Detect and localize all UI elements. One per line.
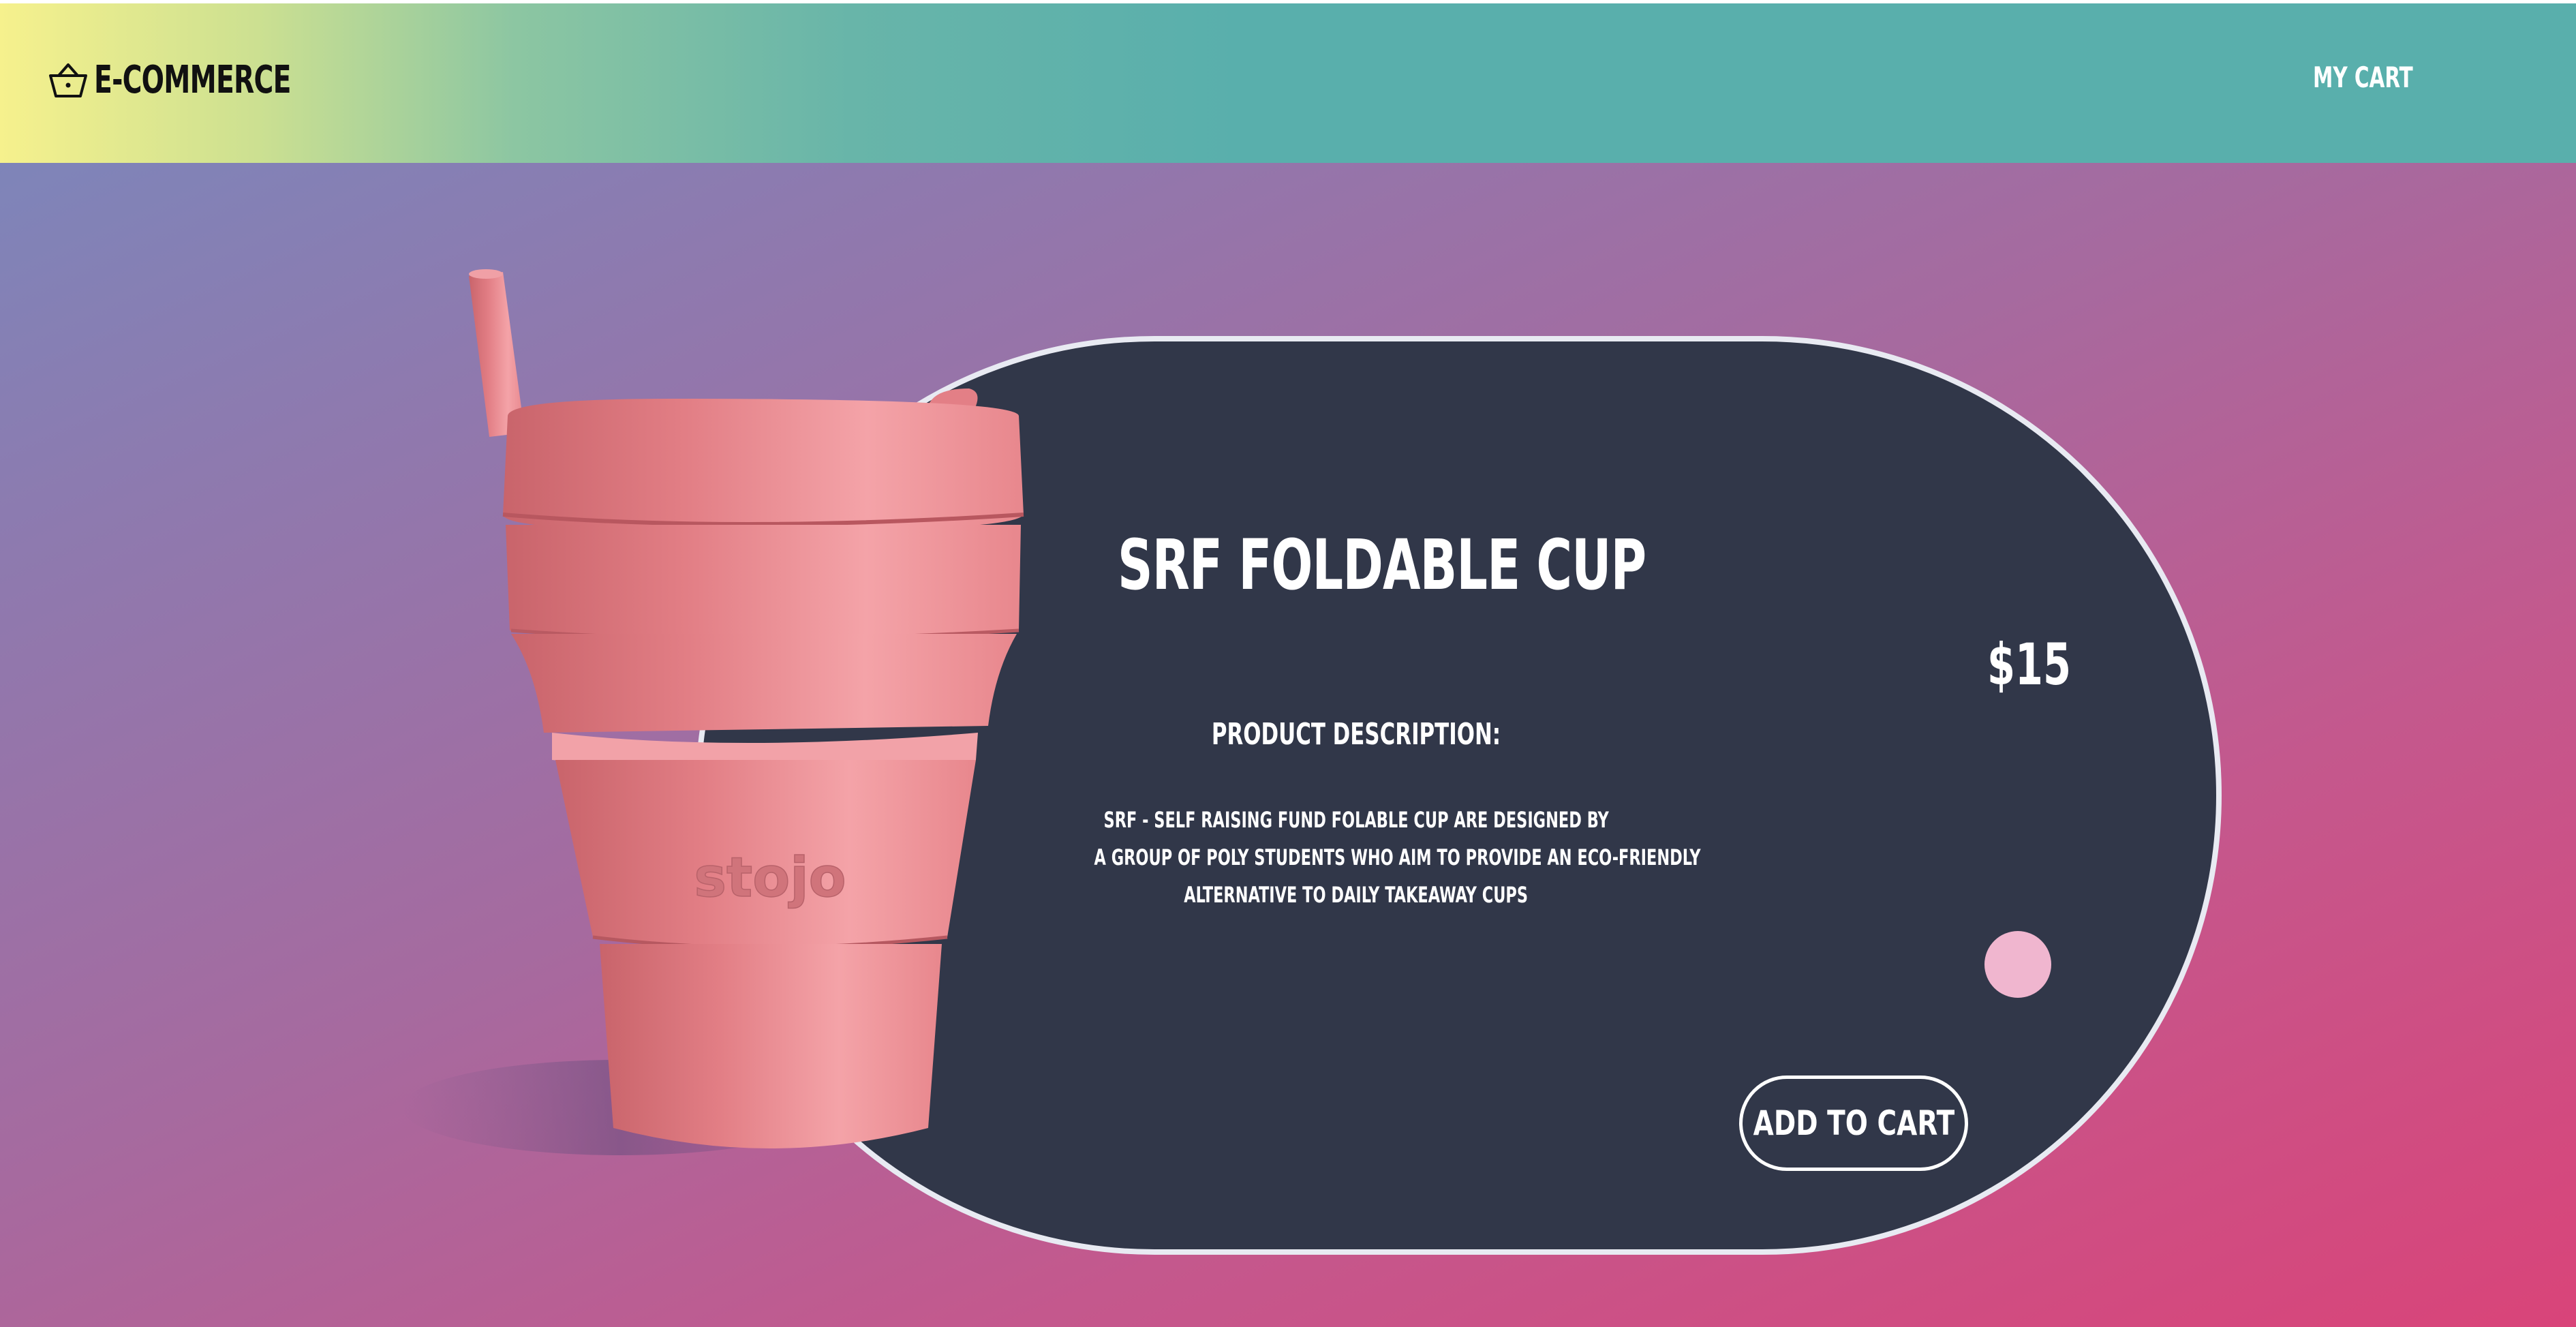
- product-description: SRF - SELF RAISING FUND FOLABLE CUP ARE …: [1009, 802, 1704, 914]
- top-header: E-COMMERCE MY CART: [0, 3, 2576, 163]
- description-line: ALTERNATIVE TO DAILY TAKEAWAY CUPS: [1184, 882, 1529, 908]
- description-line: A GROUP OF POLY STUDENTS WHO AIM TO PROV…: [1094, 844, 1701, 870]
- color-swatch-pink[interactable]: [1984, 931, 2051, 998]
- my-cart-link[interactable]: MY CART: [2313, 61, 2413, 94]
- description-heading-text: PRODUCT DESCRIPTION:: [1211, 717, 1501, 752]
- product-image: stojo: [402, 269, 1024, 1155]
- product-title: SRF FOLDABLE CUP: [1118, 525, 1646, 606]
- add-to-cart-button[interactable]: ADD TO CART: [1739, 1076, 1968, 1171]
- product-price: $15: [1987, 631, 2072, 698]
- description-line: SRF - SELF RAISING FUND FOLABLE CUP ARE …: [1103, 807, 1609, 833]
- logo[interactable]: E-COMMERCE: [48, 52, 346, 107]
- logo-text: E-COMMERCE: [94, 57, 291, 102]
- basket-icon: [48, 59, 89, 100]
- cup-brand-text: stojo: [694, 846, 846, 909]
- add-to-cart-label: ADD TO CART: [1753, 1103, 1954, 1143]
- description-heading: PRODUCT DESCRIPTION:: [1084, 717, 1629, 752]
